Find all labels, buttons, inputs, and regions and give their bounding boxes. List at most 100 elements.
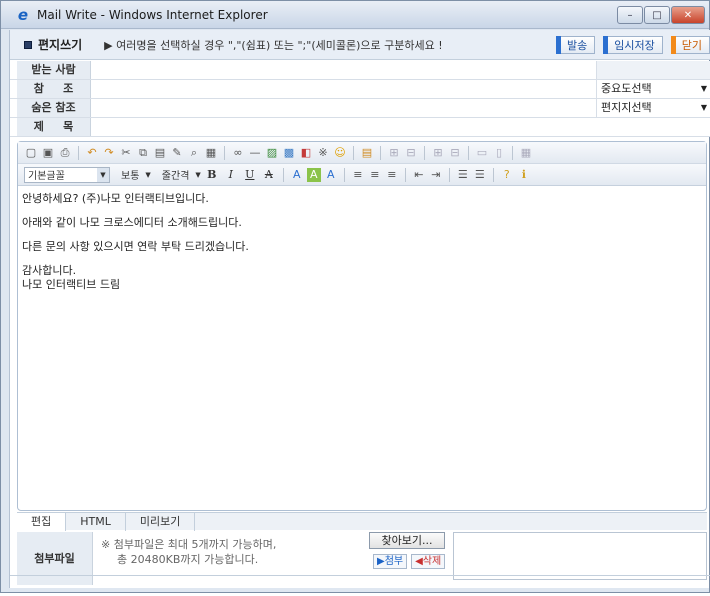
table-icon[interactable]: ▤: [360, 146, 374, 160]
media-icon[interactable]: ▩: [282, 146, 296, 160]
help-icon[interactable]: ?: [500, 168, 514, 182]
chevron-down-icon: ▼: [700, 84, 707, 93]
merge-cells-icon[interactable]: ▭: [475, 146, 489, 160]
align-left-icon[interactable]: ≡: [351, 168, 365, 182]
strikethrough-button[interactable]: A: [261, 167, 277, 183]
indent-icon[interactable]: ⇥: [429, 168, 443, 182]
body-line: 감사합니다.: [22, 264, 77, 277]
editor-mode-tabs: 편집 HTML 미리보기: [17, 512, 707, 531]
save-icon[interactable]: ▣: [41, 146, 55, 160]
font-family-select[interactable]: 기본글꼴 ▼: [24, 166, 110, 183]
underline-button[interactable]: U: [242, 167, 258, 183]
body-line: 다른 문의 사항 있으시면 연락 부탁 드리겠습니다.: [22, 240, 249, 253]
to-label: 받는 사람: [17, 61, 91, 79]
minimize-button[interactable]: –: [617, 6, 643, 24]
print-icon[interactable]: ⎙: [58, 146, 72, 160]
subject-input[interactable]: [91, 118, 710, 136]
font-color-icon[interactable]: A: [290, 168, 304, 182]
editor-toolbar-format: 기본글꼴 ▼ 보통 ▼ 줄간격 ▼ B I U A A A A ≡ ≡ ≡ ⇤ ⇥ ☰: [18, 164, 706, 186]
attach-file-button[interactable]: ▶첨부: [373, 554, 408, 569]
subject-row: 제 목: [10, 118, 710, 137]
address-fields: 받는 사람 참 조 중요도선택 ▼ 숨은 참조 편지지선택 ▼ 제 목: [10, 61, 710, 137]
copy-icon[interactable]: ⧉: [136, 146, 150, 160]
redo-icon[interactable]: ↷: [102, 146, 116, 160]
cell-props-icon[interactable]: ▦: [519, 146, 533, 160]
cc-row: 참 조 중요도선택 ▼: [10, 80, 710, 99]
body-line: 아래와 같이 나모 크로스에디터 소개해드립니다.: [22, 216, 242, 229]
split-cells-icon[interactable]: ▯: [492, 146, 506, 160]
new-document-icon[interactable]: ▢: [24, 146, 38, 160]
internet-explorer-icon: e: [17, 5, 29, 24]
flash-icon[interactable]: ◧: [299, 146, 313, 160]
browse-button[interactable]: 찾아보기...: [369, 532, 445, 549]
importance-select[interactable]: 중요도선택 ▼: [596, 80, 710, 98]
special-char-icon[interactable]: ※: [316, 146, 330, 160]
page-content: 편지쓰기 ▶ 여러명을 선택하실 경우 ","(쉼표) 또는 ";"(세미콜론)…: [9, 30, 710, 588]
bold-button[interactable]: B: [204, 167, 220, 183]
bcc-label: 숨은 참조: [17, 99, 91, 117]
maximize-button[interactable]: □: [644, 6, 670, 24]
bcc-row: 숨은 참조 편지지선택 ▼: [10, 99, 710, 118]
close-window-button[interactable]: ✕: [671, 6, 705, 24]
browser-window: e Mail Write - Windows Internet Explorer…: [0, 0, 710, 593]
insert-row-icon[interactable]: ⊞: [387, 146, 401, 160]
insert-column-icon[interactable]: ⊞: [431, 146, 445, 160]
align-right-icon[interactable]: ≡: [385, 168, 399, 182]
numbered-list-icon[interactable]: ☰: [456, 168, 470, 182]
tab-preview[interactable]: 미리보기: [126, 513, 196, 531]
line-spacing-select[interactable]: 줄간격 ▼: [162, 167, 201, 183]
undo-icon[interactable]: ↶: [85, 146, 99, 160]
tab-html[interactable]: HTML: [66, 513, 126, 531]
page-title-text: 편지쓰기: [38, 38, 83, 52]
to-row: 받는 사람: [10, 61, 710, 80]
cc-label: 참 조: [17, 80, 91, 98]
clear-format-icon[interactable]: A: [324, 168, 338, 182]
subject-label: 제 목: [17, 118, 91, 136]
title-bar: e Mail Write - Windows Internet Explorer…: [1, 1, 709, 29]
square-bullet-icon: [24, 40, 32, 49]
editor-toolbar-top: ▢ ▣ ⎙ ↶ ↷ ✂ ⧉ ▤ ✎ ⌕ ▦ ∞ — ▨ ▩ ◧ ※ ☺ ▤ ⊞ …: [18, 142, 706, 164]
chevron-down-icon: ▼: [97, 167, 109, 182]
italic-button[interactable]: I: [223, 167, 239, 183]
emoticon-icon[interactable]: ☺: [333, 146, 347, 160]
compose-header: 편지쓰기 ▶ 여러명을 선택하실 경우 ","(쉼표) 또는 ";"(세미콜론)…: [10, 30, 710, 60]
header-actions: 발송 임시저장 닫기: [556, 36, 710, 54]
attachment-actions: ▶첨부 ◀삭제: [373, 554, 446, 569]
highlight-color-icon[interactable]: A: [306, 167, 321, 182]
cut-icon[interactable]: ✂: [119, 146, 133, 160]
paste-icon[interactable]: ▤: [153, 146, 167, 160]
chevron-down-icon: ▼: [700, 103, 707, 112]
page-title: 편지쓰기: [24, 36, 82, 53]
send-button[interactable]: 발송: [556, 36, 596, 54]
editor-body[interactable]: 안녕하세요? (주)나모 인터랙티브입니다. 아래와 같이 나모 크로스에디터 …: [18, 186, 706, 298]
rich-text-editor: ▢ ▣ ⎙ ↶ ↷ ✂ ⧉ ▤ ✎ ⌕ ▦ ∞ — ▨ ▩ ◧ ※ ☺ ▤ ⊞ …: [17, 141, 707, 511]
select-all-icon[interactable]: ▦: [204, 146, 218, 160]
attachment-section: 첨부파일 찾아보기... ※ 첨부파일은 최대 5개까지 가능하며, 총 204…: [17, 532, 707, 596]
recipient-hint: ▶ 여러명을 선택하실 경우 ","(쉼표) 또는 ";"(세미콜론)으로 구분…: [104, 38, 443, 52]
font-size-select[interactable]: 보통 ▼: [121, 167, 151, 183]
chevron-down-icon: ▼: [195, 170, 201, 179]
body-line: 안녕하세요? (주)나모 인터랙티브입니다.: [22, 192, 209, 205]
attachment-label: 첨부파일: [17, 532, 93, 585]
horizontal-rule-icon[interactable]: —: [248, 146, 262, 160]
image-icon[interactable]: ▨: [265, 146, 279, 160]
close-button[interactable]: 닫기: [670, 36, 710, 54]
window-title: Mail Write - Windows Internet Explorer: [37, 7, 268, 22]
delete-row-icon[interactable]: ⊟: [404, 146, 418, 160]
delete-column-icon[interactable]: ⊟: [448, 146, 462, 160]
save-draft-button[interactable]: 임시저장: [603, 36, 663, 54]
bullet-list-icon[interactable]: ☰: [473, 168, 487, 182]
format-painter-icon[interactable]: ✎: [170, 146, 184, 160]
divider: [10, 575, 710, 576]
to-side-cell: [596, 61, 710, 79]
link-icon[interactable]: ∞: [231, 146, 245, 160]
delete-file-button[interactable]: ◀삭제: [411, 554, 446, 569]
align-center-icon[interactable]: ≡: [368, 168, 382, 182]
outdent-icon[interactable]: ⇤: [412, 168, 426, 182]
tab-edit[interactable]: 편집: [17, 513, 67, 531]
body-line: 나모 인터랙티브 드림: [22, 278, 121, 291]
find-replace-icon[interactable]: ⌕: [187, 146, 201, 160]
stationery-select[interactable]: 편지지선택 ▼: [596, 99, 710, 117]
info-icon[interactable]: ℹ: [517, 168, 531, 182]
attached-files-list[interactable]: [453, 532, 707, 580]
